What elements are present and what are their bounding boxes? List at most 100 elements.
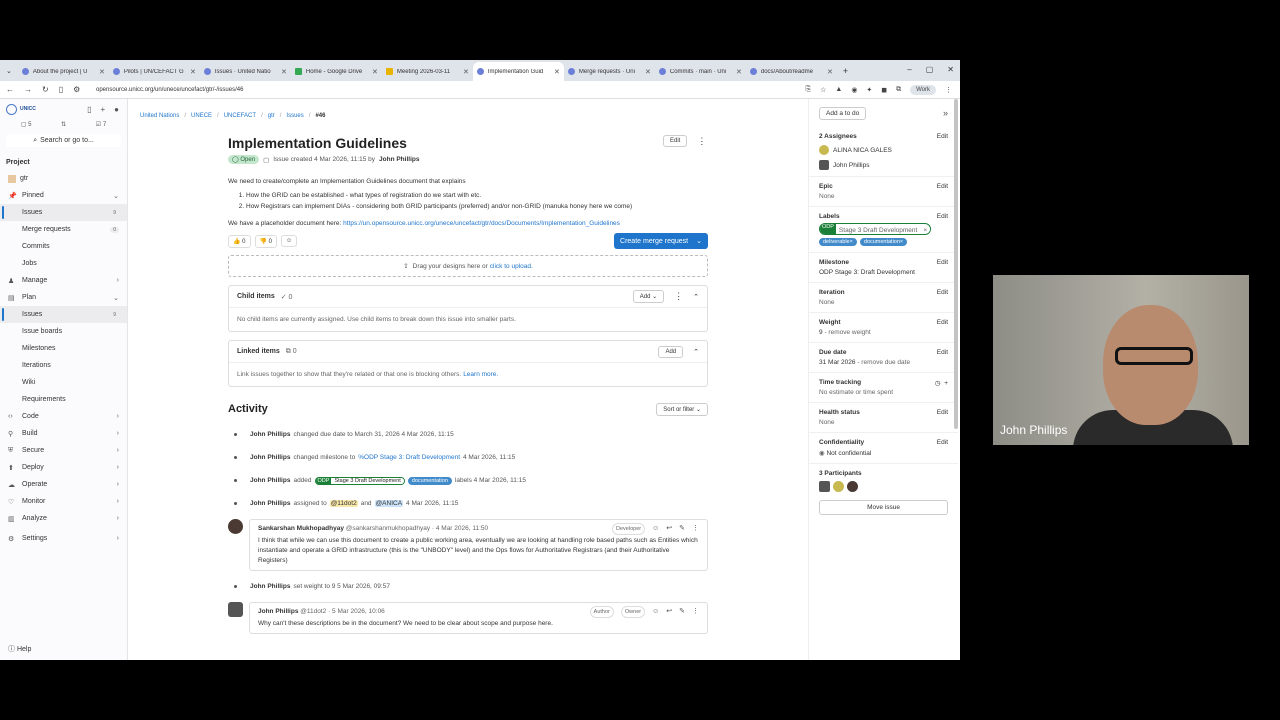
collapse-sidebar-icon[interactable]: ▯ xyxy=(87,105,91,114)
tab[interactable]: Commits · main · Uni ✕ xyxy=(655,62,746,81)
close-tab-icon[interactable]: ✕ xyxy=(736,68,742,76)
todo-count[interactable]: ☑ 7 xyxy=(96,121,106,128)
sidebar-item-plan[interactable]: ▤ Plan ⌄ xyxy=(0,289,127,306)
sidebar-item-wiki[interactable]: Wiki xyxy=(0,374,127,391)
project-link[interactable]: gtr xyxy=(0,170,127,187)
add-todo-button[interactable]: Add a to do xyxy=(819,106,867,120)
comment-author[interactable]: John Phillips xyxy=(258,608,298,615)
tab[interactable]: Pilots | UN/CEFACT G ✕ xyxy=(109,62,200,81)
maximize-icon[interactable]: ▢ xyxy=(926,65,934,74)
sidebar-item-build[interactable]: ⚲ Build › xyxy=(0,425,127,442)
close-tab-icon[interactable]: ✕ xyxy=(99,68,105,76)
tab-list-chevron-icon[interactable]: ⌄ xyxy=(6,67,12,75)
extension-icon[interactable]: ✦ xyxy=(866,86,872,94)
tab-active[interactable]: Implementation Guid ✕ xyxy=(472,62,564,81)
sidebar-item-operate[interactable]: ☁ Operate › xyxy=(0,476,127,493)
back-icon[interactable]: ← xyxy=(6,85,14,94)
sidebar-item-issues[interactable]: Issues 9 xyxy=(0,306,127,323)
breadcrumb-link[interactable]: Issues xyxy=(286,113,303,119)
sidebar-item-issues-pinned[interactable]: Issues 9 xyxy=(0,204,127,221)
collapse-sidebar-icon[interactable]: » xyxy=(943,108,948,118)
tab[interactable]: Issues · United Natio ✕ xyxy=(200,62,291,81)
reload-icon[interactable]: ↻ xyxy=(42,85,49,94)
reply-icon[interactable]: ↩ xyxy=(666,607,672,617)
label-deliverable[interactable]: deliverable × xyxy=(819,238,857,246)
mention-anica[interactable]: @ANICA xyxy=(374,500,404,507)
mention-11dot2[interactable]: @11dot2 xyxy=(329,500,358,507)
tab[interactable]: Home - Google Drive ✕ xyxy=(291,62,382,81)
sidebar-item-jobs[interactable]: Jobs xyxy=(0,255,127,272)
tab[interactable]: Meeting 2026-03-11 ✕ xyxy=(382,62,473,81)
extension-icon[interactable]: ◉ xyxy=(851,86,857,94)
unicc-logo[interactable]: UNICC xyxy=(6,103,36,115)
profile-button[interactable]: Work xyxy=(910,84,936,95)
sidebar-item-commits[interactable]: Commits xyxy=(0,238,127,255)
label-odp[interactable]: ODP Stage 3 Draft Development xyxy=(314,476,405,485)
sidebar-toggle-icon[interactable]: ▯ xyxy=(59,85,63,94)
label-documentation[interactable]: documentation × xyxy=(859,238,908,246)
close-tab-icon[interactable]: ✕ xyxy=(281,68,287,76)
breadcrumb-link[interactable]: United Nations xyxy=(140,113,179,119)
placeholder-doc-link[interactable]: https://un.opensource.unicc.org/unece/un… xyxy=(343,220,620,227)
site-info-icon[interactable]: ⚙ xyxy=(73,85,80,94)
collapse-icon[interactable]: ⌃ xyxy=(693,293,699,301)
breadcrumb-link[interactable]: UNCEFACT xyxy=(224,113,256,119)
close-tab-icon[interactable]: ✕ xyxy=(372,68,378,76)
sidebar-item-deploy[interactable]: ⬆ Deploy › xyxy=(0,459,127,476)
avatar[interactable] xyxy=(228,519,243,534)
milestone-value[interactable]: ODP Stage 3: Draft Development xyxy=(819,269,915,276)
edit-link[interactable]: Edit xyxy=(937,439,948,446)
extension-icon[interactable]: ▲ xyxy=(835,86,842,93)
thumbs-down-button[interactable]: 👎 0 xyxy=(254,234,277,248)
remove-label-icon[interactable]: × xyxy=(920,227,931,234)
create-new-icon[interactable]: + xyxy=(100,105,105,114)
sidebar-item-monitor[interactable]: ♡ Monitor › xyxy=(0,493,127,510)
remove-due-date-link[interactable]: - remove due date xyxy=(857,359,910,366)
edit-link[interactable]: Edit xyxy=(937,213,948,220)
breadcrumb-link[interactable]: UNECE xyxy=(191,113,212,119)
close-tab-icon[interactable]: ✕ xyxy=(190,68,196,76)
sidebar-item-iterations[interactable]: Iterations xyxy=(0,357,127,374)
menu-icon[interactable]: ⋮ xyxy=(945,86,952,94)
author-link[interactable]: John Phillips xyxy=(379,156,419,163)
edit-link[interactable]: Edit xyxy=(937,319,948,326)
assignee[interactable]: John Phillips xyxy=(819,160,948,170)
sidebar-item-pinned[interactable]: 📌 Pinned ⌄ xyxy=(0,187,127,204)
click-to-upload-link[interactable]: click to upload. xyxy=(490,263,533,270)
scrollbar[interactable] xyxy=(954,99,958,429)
close-tab-icon[interactable]: ✕ xyxy=(463,68,469,76)
user-avatar-icon[interactable]: ● xyxy=(114,105,119,114)
close-tab-icon[interactable]: ✕ xyxy=(645,68,651,76)
forward-icon[interactable]: → xyxy=(24,85,32,94)
edit-link[interactable]: Edit xyxy=(937,289,948,296)
reply-icon[interactable]: ↩ xyxy=(666,524,672,534)
pencil-icon[interactable]: ✎ xyxy=(679,524,685,534)
add-reaction-button[interactable]: ☺ xyxy=(281,235,298,247)
edit-link[interactable]: Edit xyxy=(937,409,948,416)
thumbs-up-button[interactable]: 👍 0 xyxy=(228,234,251,248)
sidebar-item-secure[interactable]: ⛨ Secure › xyxy=(0,442,127,459)
timer-icon[interactable]: ◷ xyxy=(935,380,941,387)
install-icon[interactable]: ⎘ xyxy=(805,86,811,94)
add-child-button[interactable]: Add ⌄ xyxy=(632,290,665,303)
edit-button[interactable]: Edit xyxy=(663,135,688,147)
edit-link[interactable]: Edit xyxy=(937,183,948,190)
puzzle-icon[interactable]: ⧉ xyxy=(896,86,901,94)
close-tab-icon[interactable]: ✕ xyxy=(827,68,833,76)
sidebar-item-manage[interactable]: ♟ Manage › xyxy=(0,272,127,289)
milestone-link[interactable]: %ODP Stage 3: Draft Development xyxy=(358,454,460,461)
add-linked-button[interactable]: Add xyxy=(658,345,684,358)
sidebar-item-merge-requests[interactable]: Merge requests 0 xyxy=(0,221,127,238)
breadcrumb-link[interactable]: gtr xyxy=(268,113,275,119)
learn-more-link[interactable]: Learn more. xyxy=(463,371,498,378)
assignee[interactable]: ALINA NICA GALES xyxy=(819,145,948,155)
url-field[interactable]: opensource.unicc.org/un/unece/uncefact/g… xyxy=(96,87,243,93)
smiley-icon[interactable]: ☺ xyxy=(652,607,659,617)
participant-avatar[interactable] xyxy=(847,481,858,492)
chevron-down-icon[interactable]: ⌄ xyxy=(696,237,702,245)
more-actions-icon[interactable]: ⋮ xyxy=(692,524,699,534)
sidebar-item-issue-boards[interactable]: Issue boards xyxy=(0,323,127,340)
tab[interactable]: About the project | U ✕ xyxy=(18,62,109,81)
minimize-icon[interactable]: – xyxy=(907,65,911,74)
pencil-icon[interactable]: ✎ xyxy=(679,607,685,617)
